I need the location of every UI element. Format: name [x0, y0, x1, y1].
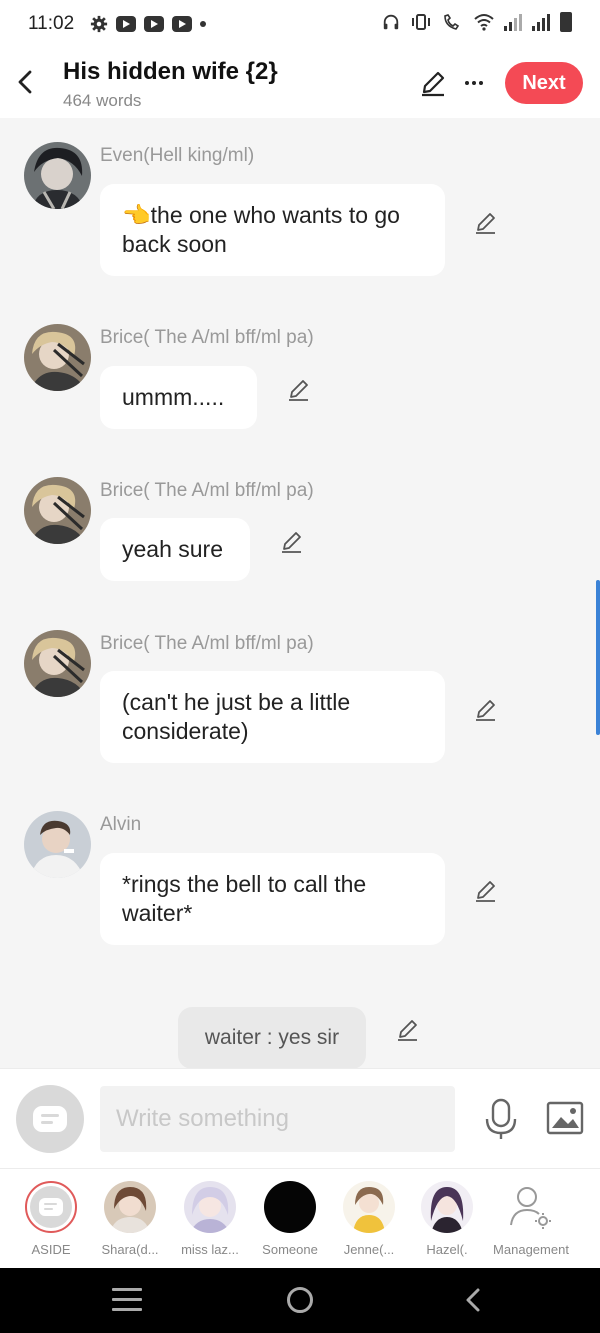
chat-message: Brice( The A/ml bff/ml pa) (can't he jus…	[0, 630, 600, 770]
tab-label: Jenne(...	[343, 1242, 395, 1257]
battery-icon	[560, 12, 572, 32]
avatar[interactable]	[24, 630, 91, 697]
sender-name: Brice( The A/ml bff/ml pa)	[100, 633, 314, 654]
story-title: His hidden wife {2}	[63, 58, 278, 85]
word-count: 464 words	[63, 91, 142, 110]
sender-name: Even(Hell king/ml)	[100, 145, 255, 166]
tab-character[interactable]: Jenne(...	[330, 1169, 408, 1269]
notification-icons	[90, 15, 207, 33]
avatar	[343, 1181, 395, 1233]
tab-character[interactable]: Shara(d...	[91, 1169, 169, 1269]
nav-back-icon[interactable]	[460, 1286, 488, 1314]
edit-message-pencil-icon[interactable]	[279, 529, 305, 555]
message-bubble[interactable]: 👈the one who wants to go back soon	[100, 184, 445, 276]
signal-icon	[504, 13, 522, 31]
tab-label: miss laz...	[181, 1242, 239, 1257]
chat-message: Brice( The A/ml bff/ml pa) ummm.....	[0, 324, 600, 434]
avatar[interactable]	[24, 142, 91, 209]
avatar	[264, 1181, 316, 1233]
more-options-icon[interactable]	[460, 68, 488, 98]
image-upload-icon[interactable]	[546, 1101, 584, 1135]
header: His hidden wife {2} 464 words Next	[0, 48, 600, 118]
tab-label: Shara(d...	[101, 1242, 159, 1257]
youtube-icon	[116, 16, 137, 32]
next-button[interactable]: Next	[505, 62, 583, 104]
status-time: 11:02	[28, 13, 75, 34]
edit-message-pencil-icon[interactable]	[473, 878, 499, 904]
chat-area[interactable]: Even(Hell king/ml) 👈the one who wants to…	[0, 118, 600, 1068]
tab-label: ASIDE	[31, 1242, 71, 1257]
microphone-icon[interactable]	[482, 1097, 520, 1141]
edit-message-pencil-icon[interactable]	[286, 377, 312, 403]
avatar[interactable]	[24, 477, 91, 544]
sender-name: Brice( The A/ml bff/ml pa)	[100, 327, 314, 348]
avatar[interactable]	[24, 324, 91, 391]
aside-message-bubble[interactable]: waiter : yes sir	[178, 1007, 366, 1068]
recent-apps-icon[interactable]	[112, 1288, 142, 1312]
more-notifications-dot-icon	[200, 21, 207, 27]
tab-character[interactable]: Someone	[251, 1169, 329, 1269]
aside-tab-icon	[25, 1181, 77, 1233]
signal-icon	[532, 13, 550, 31]
chat-message: Alvin *rings the bell to call the waiter…	[0, 811, 600, 951]
status-bar: 11:02	[0, 0, 600, 48]
sender-name: Brice( The A/ml bff/ml pa)	[100, 480, 314, 501]
avatar	[184, 1181, 236, 1233]
tab-aside[interactable]: ASIDE	[12, 1169, 90, 1269]
message-bubble[interactable]: *rings the bell to call the waiter*	[100, 853, 445, 945]
wifi-icon	[474, 14, 494, 31]
tab-label: Management	[493, 1242, 569, 1257]
avatar	[104, 1181, 156, 1233]
gear-icon	[91, 15, 108, 33]
tab-label: Someone	[262, 1242, 318, 1257]
aside-toggle-button[interactable]	[16, 1085, 84, 1153]
message-input[interactable]	[100, 1086, 455, 1152]
call-wifi-icon	[444, 14, 460, 30]
youtube-icon	[144, 16, 165, 32]
aside-icon	[33, 1106, 67, 1132]
message-bubble[interactable]: ummm.....	[100, 366, 257, 429]
chat-message: Even(Hell king/ml) 👈the one who wants to…	[0, 142, 600, 282]
sender-name: Alvin	[100, 814, 142, 835]
user-settings-icon	[510, 1187, 551, 1229]
edit-message-pencil-icon[interactable]	[473, 697, 499, 723]
youtube-icon	[172, 16, 193, 32]
avatar[interactable]	[24, 811, 91, 878]
edit-title-pencil-icon[interactable]	[418, 68, 448, 98]
system-navigation-bar	[0, 1268, 600, 1333]
tab-character[interactable]: miss laz...	[171, 1169, 249, 1269]
back-arrow-icon[interactable]	[10, 62, 40, 102]
edit-message-pencil-icon[interactable]	[395, 1017, 421, 1043]
compose-bar	[0, 1068, 600, 1168]
tab-character[interactable]: Hazel(.	[408, 1169, 486, 1269]
tab-management[interactable]: Management	[492, 1169, 570, 1269]
tab-label: Hazel(.	[426, 1242, 468, 1257]
system-icons	[382, 12, 572, 32]
home-icon[interactable]	[287, 1287, 313, 1313]
headphones-icon	[383, 14, 399, 30]
scrollbar[interactable]	[596, 580, 600, 735]
message-bubble[interactable]: yeah sure	[100, 518, 250, 581]
vibrate-icon	[412, 14, 430, 30]
edit-message-pencil-icon[interactable]	[473, 210, 499, 236]
character-tabs: ASIDE Shara(d... miss laz... Someone Jen…	[0, 1168, 600, 1268]
avatar	[421, 1181, 473, 1233]
message-bubble[interactable]: (can't he just be a little considerate)	[100, 671, 445, 763]
chat-message: Brice( The A/ml bff/ml pa) yeah sure	[0, 477, 600, 587]
